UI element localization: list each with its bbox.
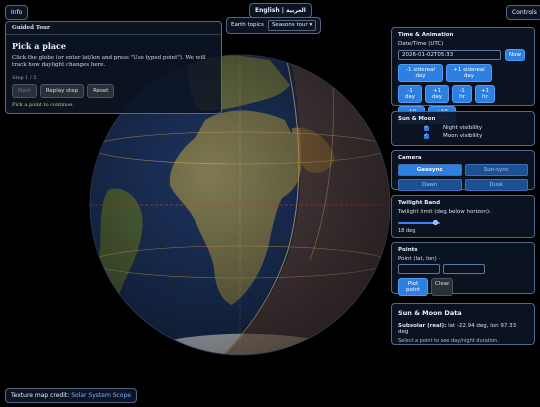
- tour-next-button[interactable]: Next: [12, 84, 37, 98]
- points-heading: Points: [398, 247, 418, 253]
- latitude-input[interactable]: [398, 264, 440, 274]
- time-animation-card: Time & Animation Date/Time (UTC) 2026-01…: [391, 27, 535, 124]
- tour-step: Step 1 / 5: [12, 75, 37, 81]
- camera-heading: Camera: [398, 155, 422, 161]
- language-toggle[interactable]: English | العربية: [249, 3, 312, 18]
- point-label-text: Point (lat, lon): [398, 256, 439, 262]
- topic-select[interactable]: Seasons tour ▾: [267, 20, 317, 31]
- longitude-input[interactable]: [443, 264, 485, 274]
- chevron-down-icon: ▾: [309, 22, 313, 28]
- datetime-input[interactable]: 2026-01-02T05:33: [398, 50, 501, 60]
- tour-replay-button[interactable]: Replay step: [39, 84, 85, 98]
- moon-visibility-toggle[interactable]: Moon visibility: [424, 132, 528, 139]
- info-dot-icon: ·: [438, 256, 441, 262]
- twilight-limit-label: Twilight limit (deg below horizon):: [398, 209, 491, 215]
- twilight-card: Twilight Band Twilight limit (deg below …: [391, 195, 535, 238]
- twilight-limit-slider[interactable]: [398, 220, 440, 225]
- camera-card: Camera Geosync Sun-sync Dawn Dusk: [391, 150, 535, 191]
- slider-handle[interactable]: [433, 220, 439, 225]
- sun-moon-data-card: Sun & Moon Data Subsolar (real): lat -22…: [391, 303, 535, 345]
- topic-label: Earth topics: [231, 22, 264, 28]
- guided-tour-panel: Guided Tour Pick a place Click the globe…: [5, 21, 222, 114]
- tour-reset-button[interactable]: Reset: [87, 84, 115, 98]
- point-label: Point (lat, lon) ·: [398, 256, 528, 262]
- tour-body: Click the globe (or enter lat/lon and pr…: [12, 55, 206, 68]
- points-card: Points Point (lat, lon) · Plot point Cle…: [391, 242, 535, 296]
- geosync-button[interactable]: Geosync: [398, 164, 462, 176]
- moon-visibility-label: Moon visibility: [443, 133, 483, 139]
- minus-day-button[interactable]: -1 day: [398, 85, 422, 103]
- sun-moon-card: Sun & Moon Night visibility Moon visibil…: [391, 111, 535, 146]
- credit-label: Texture map credit:: [11, 392, 70, 399]
- topic-value: Seasons tour: [271, 22, 308, 28]
- minus-sidereal-day-button[interactable]: -1 sidereal day: [398, 64, 443, 82]
- sunsync-button[interactable]: Sun-sync: [464, 164, 528, 176]
- twilight-heading: Twilight Band: [398, 200, 441, 206]
- time-heading: Time & Animation: [398, 32, 454, 38]
- clear-points-button[interactable]: Clear: [431, 278, 454, 296]
- moon-visibility-checkbox[interactable]: [424, 132, 429, 139]
- twilight-limit-value: 18 deg: [398, 228, 416, 234]
- info-label: Info: [11, 9, 23, 16]
- dusk-button[interactable]: Dusk: [464, 179, 528, 191]
- minus-hour-button[interactable]: -1 hr: [452, 85, 472, 103]
- credit-link[interactable]: Solar System Scope: [71, 392, 131, 399]
- data-heading: Sun & Moon Data: [398, 309, 462, 317]
- tour-title: Pick a place: [12, 41, 66, 51]
- info-button[interactable]: Info: [5, 5, 29, 20]
- now-button[interactable]: Now: [505, 49, 525, 61]
- datetime-label: Date/Time (UTC): [398, 41, 444, 47]
- night-visibility-label: Night visibility: [443, 125, 483, 131]
- topic-selector: Earth topics Seasons tour ▾: [226, 17, 322, 34]
- night-visibility-checkbox[interactable]: [424, 124, 429, 131]
- language-label: English | العربية: [255, 7, 306, 14]
- sun-moon-heading: Sun & Moon: [398, 116, 436, 122]
- plus-day-button[interactable]: +1 day: [425, 85, 449, 103]
- plus-hour-button[interactable]: +1 hr: [475, 85, 495, 103]
- plot-point-button[interactable]: Plot point: [398, 278, 428, 296]
- tour-header: Guided Tour: [6, 22, 221, 35]
- controls-button[interactable]: Controls: [506, 5, 540, 20]
- controls-label: Controls: [512, 9, 537, 16]
- tour-status: Pick a point to continue.: [12, 102, 74, 108]
- dawn-button[interactable]: Dawn: [398, 179, 462, 191]
- night-visibility-toggle[interactable]: Night visibility: [424, 124, 528, 131]
- subsolar-readout: Subsolar (real): lat -22.94 deg, lon 97.…: [398, 323, 528, 335]
- texture-credit: Texture map credit: Solar System Scope: [5, 388, 137, 403]
- data-hint: Select a point to see day/night duration…: [398, 338, 499, 344]
- plus-sidereal-day-button[interactable]: +1 sidereal day: [446, 64, 492, 82]
